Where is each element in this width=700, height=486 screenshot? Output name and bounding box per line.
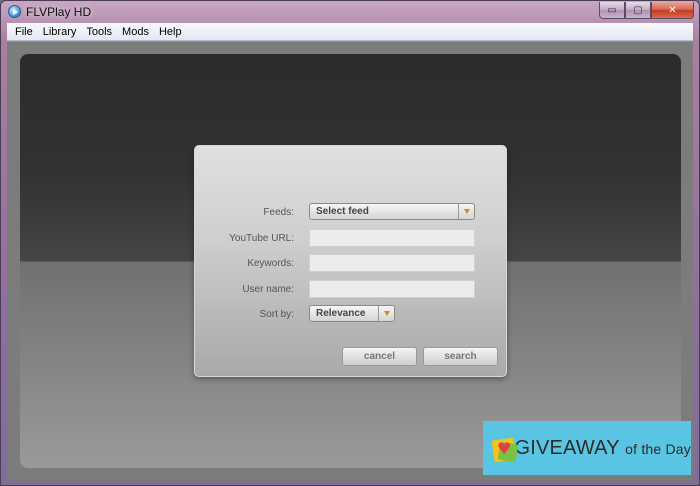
feeds-label: Feeds: bbox=[263, 207, 294, 218]
app-window: FLVPlay HD ▭ ▢ ✕ File Library Tools Mods… bbox=[0, 0, 700, 486]
player-stage: Feeds: Select feed YouTube URL: Keywords… bbox=[20, 54, 681, 468]
sortby-label: Sort by: bbox=[259, 309, 294, 320]
cancel-button[interactable]: cancel bbox=[342, 347, 417, 366]
client-area: Feeds: Select feed YouTube URL: Keywords… bbox=[7, 42, 693, 481]
search-button-label: search bbox=[444, 351, 477, 362]
keywords-input[interactable] bbox=[309, 254, 475, 272]
giveaway-main: GIVEAWAY bbox=[514, 436, 620, 459]
minimize-button[interactable]: ▭ bbox=[599, 2, 625, 19]
heart-icon: ♥ bbox=[497, 439, 512, 458]
maximize-icon: ▢ bbox=[633, 4, 643, 16]
minimize-icon: ▭ bbox=[607, 4, 617, 16]
menu-file[interactable]: File bbox=[10, 26, 38, 38]
menu-help[interactable]: Help bbox=[154, 26, 187, 38]
window-title: FLVPlay HD bbox=[26, 5, 92, 19]
menu-bar: File Library Tools Mods Help bbox=[7, 23, 693, 41]
title-bar[interactable]: FLVPlay HD ▭ ▢ ✕ bbox=[1, 1, 699, 23]
youtube-url-label: YouTube URL: bbox=[229, 233, 294, 244]
cancel-button-label: cancel bbox=[363, 351, 396, 362]
flvplay-app-icon bbox=[8, 5, 21, 18]
giveaway-badge: ♥ GIVEAWAY of the Day bbox=[483, 421, 691, 475]
close-button[interactable]: ✕ bbox=[651, 2, 694, 19]
menu-library[interactable]: Library bbox=[38, 26, 82, 38]
dropdown-arrow-icon bbox=[378, 306, 394, 321]
sortby-select[interactable]: Relevance bbox=[309, 305, 395, 322]
gift-icon: ♥ bbox=[491, 431, 519, 465]
youtube-url-input[interactable] bbox=[309, 229, 475, 247]
maximize-button[interactable]: ▢ bbox=[625, 2, 651, 19]
search-button[interactable]: search bbox=[423, 347, 498, 366]
sortby-select-value: Relevance bbox=[316, 308, 366, 319]
giveaway-suffix: of the Day bbox=[625, 440, 691, 457]
feeds-select[interactable]: Select feed bbox=[309, 203, 475, 220]
feeds-select-value: Select feed bbox=[316, 206, 369, 217]
youtube-search-dialog: Feeds: Select feed YouTube URL: Keywords… bbox=[194, 145, 507, 377]
close-icon: ✕ bbox=[668, 4, 677, 16]
menu-tools[interactable]: Tools bbox=[81, 26, 117, 38]
dropdown-arrow-icon bbox=[458, 204, 474, 219]
username-label: User name: bbox=[242, 284, 294, 295]
giveaway-text: GIVEAWAY of the Day bbox=[514, 437, 691, 460]
username-input[interactable] bbox=[309, 280, 475, 298]
keywords-label: Keywords: bbox=[247, 258, 294, 269]
menu-mods[interactable]: Mods bbox=[117, 26, 154, 38]
window-controls: ▭ ▢ ✕ bbox=[599, 2, 694, 19]
